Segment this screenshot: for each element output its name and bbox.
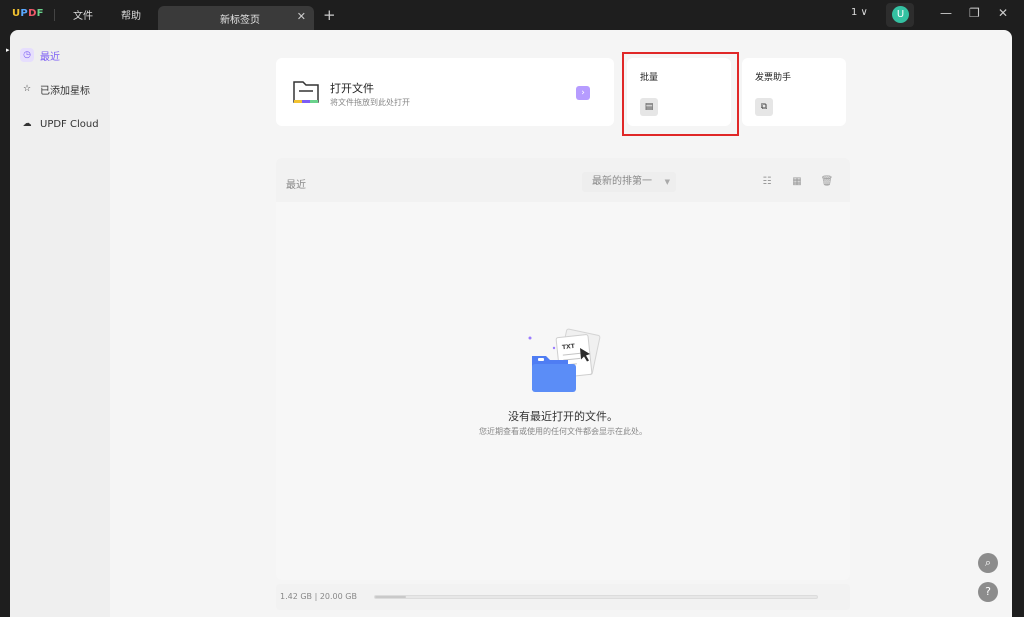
clock-icon: ◷ — [20, 48, 34, 62]
open-file-arrow-button[interactable]: › — [576, 86, 590, 100]
help-icon[interactable]: ? — [978, 582, 998, 602]
open-file-title: 打开文件 — [330, 82, 374, 95]
avatar: U — [892, 6, 909, 23]
logo-letter: P — [20, 8, 29, 19]
tab-label: 新标签页 — [220, 15, 260, 26]
menu-file[interactable]: 文件 — [73, 7, 93, 22]
window-close-icon[interactable]: ✕ — [998, 6, 1008, 20]
close-icon[interactable]: ✕ — [297, 10, 306, 23]
add-tab-icon[interactable]: + — [323, 6, 336, 24]
sidebar-item-label: 最近 — [40, 51, 60, 63]
art-file-label: TXT — [562, 343, 576, 351]
recent-header: 最近 最新的排第一 ▼ ☷ ▦ 🗑 — [276, 158, 850, 202]
main-content: 打开文件 将文件拖放到此处打开 › 批量 ▤ 发票助手 ⧉ 最近 最新的排第一 … — [110, 30, 1012, 617]
empty-state-title: 没有最近打开的文件。 — [508, 410, 618, 423]
storage-usage-text: 1.42 GB | 20.00 GB — [280, 592, 357, 601]
sidebar: ◷ 最近 ☆ 已添加星标 ☁ UPDF Cloud — [10, 30, 110, 617]
invoice-title: 发票助手 — [755, 73, 792, 83]
restore-icon[interactable]: ❐ — [969, 6, 980, 20]
recent-panel: 最近 最新的排第一 ▼ ☷ ▦ 🗑 TXT 没有最近打开的文件。 您近期查看或使… — [276, 158, 850, 580]
invoice-assistant-card[interactable]: 发票助手 ⧉ — [742, 58, 846, 126]
minimize-icon[interactable]: — — [940, 6, 952, 20]
storage-progress-bar — [374, 595, 818, 599]
highlight-box — [622, 52, 739, 136]
recent-title: 最近 — [286, 180, 306, 191]
page-count-dropdown[interactable]: 1 ∨ — [851, 7, 868, 18]
cloud-icon: ☁ — [22, 119, 32, 129]
menu-help[interactable]: 帮助 — [121, 7, 141, 22]
sidebar-item-label: UPDF Cloud — [40, 118, 99, 130]
storage-footer: 1.42 GB | 20.00 GB — [276, 584, 850, 610]
grid-view-icon[interactable]: ▦ — [790, 175, 804, 189]
sidebar-item-recent[interactable]: ◷ 最近 — [20, 44, 60, 66]
sidebar-collapse-handle[interactable]: ▸ — [6, 46, 12, 56]
logo-letter: F — [36, 8, 44, 19]
empty-folder-illustration: TXT — [528, 328, 601, 392]
invoice-icon: ⧉ — [755, 98, 773, 116]
sort-dropdown[interactable]: 最新的排第一 ▼ — [582, 172, 676, 192]
updf-logo: UPDF — [12, 8, 44, 19]
sidebar-item-starred[interactable]: ☆ 已添加星标 — [20, 78, 90, 100]
tab-new[interactable]: 新标签页 ✕ — [158, 6, 314, 30]
trash-icon[interactable]: 🗑 — [820, 175, 834, 189]
empty-state-subtitle: 您近期查看或使用的任何文件都会显示在此处。 — [479, 427, 647, 436]
avatar-button[interactable]: U — [886, 3, 914, 27]
title-separator — [54, 9, 55, 21]
star-icon: ☆ — [22, 84, 32, 94]
chevron-down-icon: ▼ — [664, 178, 670, 186]
open-file-subtitle: 将文件拖放到此处打开 — [330, 98, 410, 107]
list-view-icon[interactable]: ☷ — [760, 175, 774, 189]
search-icon[interactable]: ⌕ — [978, 553, 998, 573]
open-file-card[interactable]: 打开文件 将文件拖放到此处打开 › — [276, 58, 614, 126]
title-bar: UPDF 文件 帮助 新标签页 ✕ + 1 ∨ U — ❐ ✕ — [0, 0, 1024, 30]
storage-progress-fill — [375, 596, 407, 598]
sidebar-item-label: 已添加星标 — [40, 85, 90, 97]
logo-letter: D — [28, 8, 37, 19]
sort-label: 最新的排第一 — [592, 176, 652, 187]
folder-icon — [293, 81, 319, 103]
sidebar-item-cloud[interactable]: ☁ UPDF Cloud — [20, 113, 99, 135]
